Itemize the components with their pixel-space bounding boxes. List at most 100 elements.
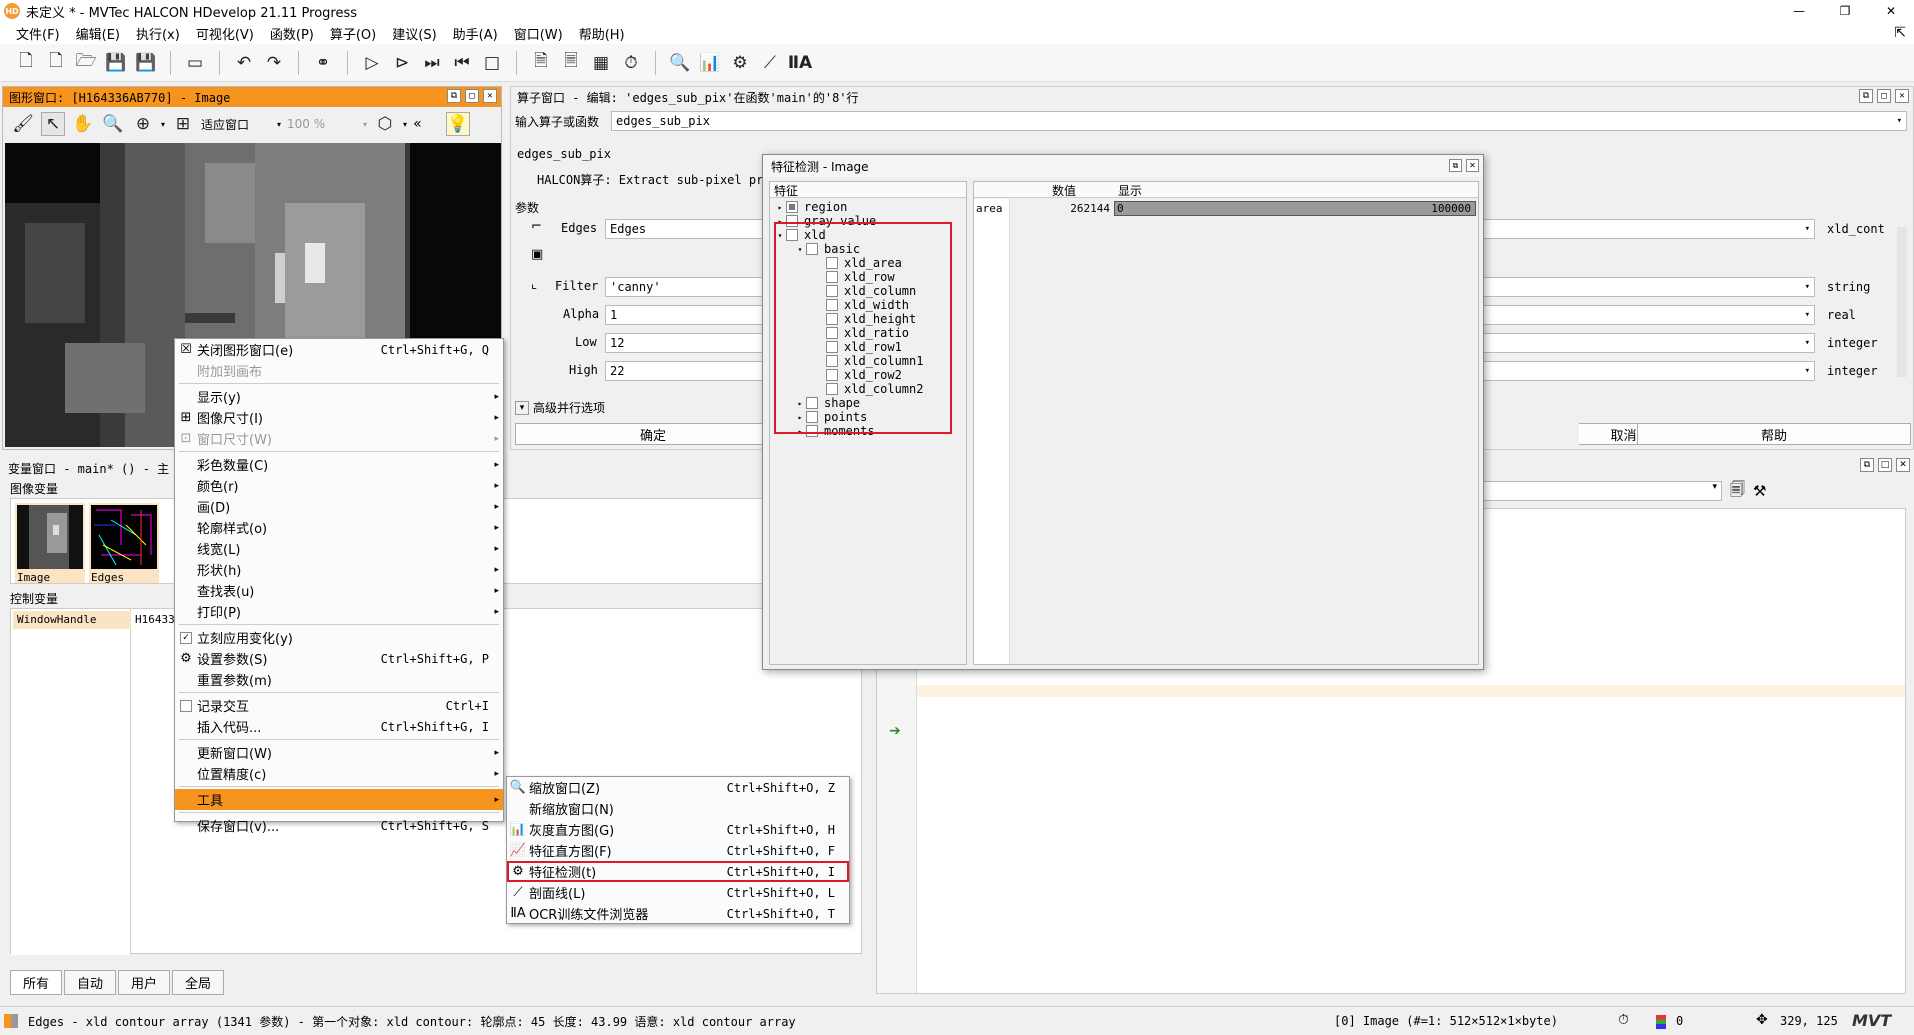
float-icon[interactable]: ⧉ (1859, 89, 1873, 103)
tools-menu-item[interactable]: 新缩放窗口(N) (507, 798, 849, 819)
maximize-icon[interactable]: □ (465, 89, 479, 103)
chevron-down-icon[interactable]: ▾ (1712, 482, 1717, 492)
chevron-down-icon[interactable]: ▾ (403, 120, 407, 129)
context-menu-item[interactable]: 线宽(L) ▸ (175, 538, 503, 559)
histogram-icon[interactable]: 📊 (698, 51, 722, 75)
zoom-in-icon[interactable]: ⊕ (131, 112, 155, 136)
draw-shape-icon[interactable]: ⬡ (373, 112, 397, 136)
tools-menu-item[interactable]: 🔍 缩放窗口(Z) Ctrl+Shift+O, Z (507, 777, 849, 798)
tools-menu-item[interactable]: ⟋ 剖面线(L) Ctrl+Shift+O, L (507, 882, 849, 903)
document-icon[interactable]: 🗎 (529, 51, 553, 75)
feature-tree-item[interactable]: ▸ region (770, 200, 966, 214)
chevron-down-icon[interactable]: ▾ (515, 400, 529, 415)
menu-procedures[interactable]: 函数(P) (262, 24, 322, 43)
context-menu-item[interactable]: 记录交互 Ctrl+I (175, 695, 503, 716)
help-cursor-icon[interactable]: ⇱ (1894, 25, 1906, 41)
new-file-icon[interactable]: 🗋 (14, 51, 38, 75)
menu-execute[interactable]: 执行(x) (128, 24, 188, 43)
pointer-icon[interactable]: ↖ (41, 112, 65, 136)
tab-auto[interactable]: 自动 (64, 970, 117, 995)
context-menu-item[interactable]: 更新窗口(W) ▸ (175, 742, 503, 763)
context-menu-item[interactable]: ✓ 立刻应用变化(y) (175, 627, 503, 648)
help-button[interactable]: 帮助 (1637, 423, 1911, 445)
feature-histogram-icon[interactable]: ⚙ (728, 51, 752, 75)
chevron-down-icon[interactable]: ▾ (277, 120, 281, 129)
control-var-name[interactable]: WindowHandle (13, 611, 131, 629)
feature-row-area[interactable]: area 262144 (974, 199, 1114, 217)
context-menu-item[interactable]: 画(D) ▸ (175, 496, 503, 517)
fit-window-button[interactable]: 适应窗口 (201, 116, 271, 133)
brush-icon[interactable]: 🖌 (11, 112, 35, 136)
menu-file[interactable]: 文件(F) (8, 24, 68, 43)
context-menu-item[interactable]: 彩色数量(C) ▸ (175, 454, 503, 475)
lightbulb-icon[interactable]: 💡 (445, 112, 470, 136)
chevron-down-icon[interactable]: ▾ (1805, 338, 1810, 348)
save-all-icon[interactable]: 💾 (134, 51, 158, 75)
step-over-icon[interactable]: ⊳ (390, 51, 414, 75)
camera-icon[interactable]: ▭ (183, 51, 207, 75)
operator-input[interactable]: edges_sub_pix ▾ (611, 111, 1907, 131)
context-menu-item[interactable]: 颜色(r) ▸ (175, 475, 503, 496)
chevron-down-icon[interactable]: ▾ (1897, 116, 1902, 126)
context-menu-item[interactable]: 保存窗口(v)... Ctrl+Shift+G, S (175, 815, 503, 836)
context-menu-item[interactable]: ⊡ 窗口尺寸(W) ▸ (175, 428, 503, 449)
context-menu-item[interactable]: 位置精度(c) ▸ (175, 763, 503, 784)
context-menu-item[interactable]: 工具 ▸ (175, 789, 503, 810)
hand-icon[interactable]: ✋ (71, 112, 95, 136)
tab-global[interactable]: 全局 (172, 970, 225, 995)
zoom-icon[interactable]: 🔍 (668, 51, 692, 75)
context-menu-item[interactable]: 附加到画布 (175, 360, 503, 381)
menu-operators[interactable]: 算子(O) (322, 24, 384, 43)
step-into-icon[interactable]: ⏭ (420, 51, 444, 75)
context-menu-item[interactable]: 打印(P) ▸ (175, 601, 503, 622)
assistant-icon[interactable]: ▦ (589, 51, 613, 75)
run-icon[interactable]: ▷ (360, 51, 384, 75)
line-profile-icon[interactable]: ⟋ (758, 51, 782, 75)
image-var-thumb[interactable]: Image (15, 503, 85, 584)
context-menu-item[interactable]: 查找表(u) ▸ (175, 580, 503, 601)
close-icon[interactable]: ✕ (483, 89, 497, 103)
tools-menu-item[interactable]: 📈 特征直方图(F) Ctrl+Shift+O, F (507, 840, 849, 861)
chevron-down-icon[interactable]: ▾ (1805, 282, 1810, 292)
redo-icon[interactable]: ↷ (262, 51, 286, 75)
edges-var-thumb[interactable]: Edges (89, 503, 159, 584)
chevron-down-icon[interactable]: ▾ (161, 120, 165, 129)
chevron-down-icon[interactable]: ▾ (1805, 310, 1810, 320)
context-menu-item[interactable]: 显示(y) ▸ (175, 386, 503, 407)
tools-menu-item[interactable]: ⚙ 特征检测(t) Ctrl+Shift+O, I (507, 861, 849, 882)
checkbox[interactable] (180, 699, 192, 712)
zoom-icon[interactable]: 🔍 (101, 112, 125, 136)
context-menu-item[interactable]: 插入代码... Ctrl+Shift+G, I (175, 716, 503, 737)
document-list-icon[interactable]: 🗏 (559, 51, 583, 75)
float-icon[interactable]: ⧉ (1860, 458, 1874, 472)
close-icon[interactable]: ✕ (1896, 458, 1910, 472)
expand-arrow-icon[interactable]: ▸ (774, 203, 786, 212)
stop-icon[interactable]: □ (480, 51, 504, 75)
ok-button[interactable]: 确定 (515, 423, 791, 445)
binoculars-icon[interactable]: ⚭ (311, 51, 335, 75)
ocr-icon[interactable]: ⅡA (788, 51, 812, 75)
menu-window[interactable]: 窗口(W) (506, 24, 571, 43)
tools-menu-item[interactable]: 📊 灰度直方图(G) Ctrl+Shift+O, H (507, 819, 849, 840)
open-icon[interactable]: 🗁 (74, 51, 98, 75)
maximize-icon[interactable]: □ (1877, 89, 1891, 103)
chevron-down-icon[interactable]: ▾ (1805, 224, 1810, 234)
restore-icon[interactable]: ❐ (1822, 0, 1868, 22)
step-out-icon[interactable]: ⏮ (450, 51, 474, 75)
menu-assistants[interactable]: 助手(A) (445, 24, 506, 43)
context-menu-item[interactable]: 形状(h) ▸ (175, 559, 503, 580)
program-listing-icon[interactable]: 🗐 (1730, 479, 1745, 504)
timer-icon[interactable]: ⏱ (619, 51, 643, 75)
menu-suggestions[interactable]: 建议(S) (384, 24, 444, 43)
menu-help[interactable]: 帮助(H) (571, 24, 633, 43)
context-menu-item[interactable]: ⚙ 设置参数(S) Ctrl+Shift+G, P (175, 648, 503, 669)
tab-user[interactable]: 用户 (118, 970, 171, 995)
new-program-icon[interactable]: 🗋 (44, 51, 68, 75)
context-menu-item[interactable]: ⊞ 图像尺寸(I) ▸ (175, 407, 503, 428)
params-scrollbar[interactable] (1897, 227, 1907, 377)
tools-menu-item[interactable]: ⅡA OCR训练文件浏览器 Ctrl+Shift+O, T (507, 903, 849, 924)
save-icon[interactable]: 💾 (104, 51, 128, 75)
float-icon[interactable]: ⧉ (1449, 159, 1462, 172)
undo-icon[interactable]: ↶ (232, 51, 256, 75)
collapse-icon[interactable]: « (413, 116, 422, 132)
